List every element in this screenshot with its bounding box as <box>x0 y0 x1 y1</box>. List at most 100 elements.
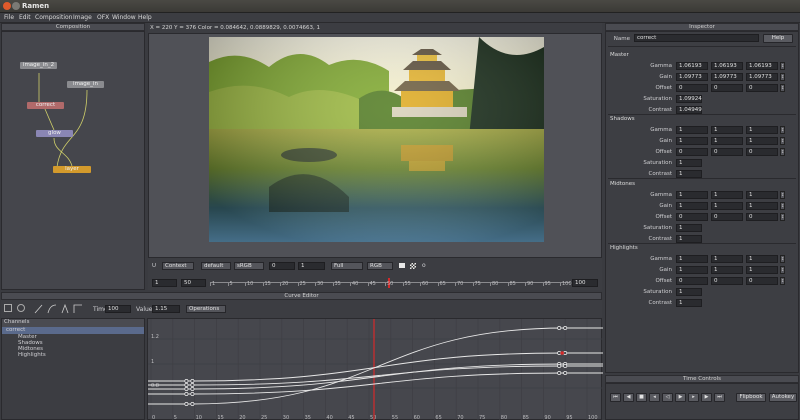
operations-menu[interactable]: Operations <box>186 305 226 313</box>
menu-help[interactable]: Help <box>138 14 152 21</box>
keyframe-point[interactable] <box>190 383 195 387</box>
offset-field-2[interactable]: 0 <box>746 213 778 221</box>
select-tool-icon[interactable] <box>4 304 12 312</box>
next-key-icon[interactable]: ▶ <box>701 393 712 402</box>
checkerboard-icon[interactable] <box>410 263 416 269</box>
curve-graph[interactable]: 0 5 10 15 20 25 30 35 40 45 50 55 60 65 70 75 80 85 90 95 10… <box>147 318 603 420</box>
gamma-link-icon[interactable]: ↕ <box>780 62 785 70</box>
offset-field-2[interactable]: 0 <box>746 277 778 285</box>
menu-image[interactable]: Image <box>73 14 92 21</box>
node-correct[interactable]: correct <box>27 102 64 109</box>
menu-edit[interactable]: Edit <box>19 14 31 21</box>
offset-field-1[interactable]: 0 <box>711 277 743 285</box>
menu-file[interactable]: File <box>4 14 14 21</box>
gain-field-0[interactable]: 1 <box>676 266 708 274</box>
saturation-field-0[interactable]: 1.09924 <box>676 95 702 103</box>
saturation-field-0[interactable]: 1 <box>676 288 702 296</box>
gain-field-1[interactable]: 1 <box>711 137 743 145</box>
keyframe-point[interactable] <box>563 364 568 368</box>
keyframe-point[interactable] <box>563 326 568 330</box>
gain-field-0[interactable]: 1 <box>676 202 708 210</box>
key-value-field[interactable]: 1.15 <box>152 305 180 313</box>
gain-field-0[interactable]: 1.09773 <box>676 73 708 81</box>
gamma-field[interactable]: 1 <box>298 262 325 270</box>
menu-ofx[interactable]: OFX <box>97 14 109 21</box>
colorspace-select[interactable]: sRGB <box>234 262 264 270</box>
gain-link-icon[interactable]: ↕ <box>780 137 785 145</box>
gamma-field-2[interactable]: 1.06193 <box>746 62 778 70</box>
first-frame-icon[interactable]: ⏮ <box>610 393 621 402</box>
gamma-field-0[interactable]: 1 <box>676 191 708 199</box>
offset-field-1[interactable]: 0 <box>711 148 743 156</box>
autokey-button[interactable]: Autokey <box>769 393 797 402</box>
offset-field-0[interactable]: 0 <box>676 84 708 92</box>
stop-icon[interactable]: ■ <box>636 393 647 402</box>
saturation-field-0[interactable]: 1 <box>676 159 702 167</box>
saturation-field-0[interactable]: 1 <box>676 224 702 232</box>
gain-link-icon[interactable]: ↕ <box>780 202 785 210</box>
contrast-field-0[interactable]: 1 <box>676 235 702 243</box>
keyframe-point[interactable] <box>184 379 189 383</box>
play-icon[interactable]: ▶ <box>675 393 686 402</box>
gain-field-2[interactable]: 1 <box>746 266 778 274</box>
keyframe-point[interactable] <box>557 364 562 368</box>
prev-key-icon[interactable]: ◀ <box>623 393 634 402</box>
gamma-field-0[interactable]: 1 <box>676 126 708 134</box>
curve-plot[interactable]: 0 5 10 15 20 25 30 35 40 45 50 55 60 65 70 75 80 85 90 95 10… <box>148 319 603 420</box>
keyframe-point[interactable] <box>563 351 568 355</box>
keyframe-point[interactable] <box>190 379 195 383</box>
node-name-field[interactable]: correct <box>634 34 759 42</box>
keyframe-point[interactable] <box>184 392 189 396</box>
node-layer[interactable]: layer <box>53 166 91 173</box>
context-select[interactable]: Context <box>162 262 194 270</box>
offset-field-1[interactable]: 0 <box>711 213 743 221</box>
contrast-field-0[interactable]: 1 <box>676 170 702 178</box>
gamma-field-1[interactable]: 1.06193 <box>711 62 743 70</box>
keyframe-point[interactable] <box>184 402 189 406</box>
settings-circle-icon[interactable]: o <box>422 262 426 269</box>
gamma-field-0[interactable]: 1 <box>676 255 708 263</box>
gamma-link-icon[interactable]: ↕ <box>780 191 785 199</box>
gamma-link-icon[interactable]: ↕ <box>780 255 785 263</box>
composition-graph[interactable]: image_in_2 image_in correct glow layer <box>1 31 145 290</box>
tree-item-correct[interactable]: correct <box>2 327 144 334</box>
offset-link-icon[interactable]: ↕ <box>780 148 785 156</box>
keyframe-point[interactable] <box>563 371 568 375</box>
gain-field-1[interactable]: 1 <box>711 266 743 274</box>
flipbook-button[interactable]: Flipbook <box>736 393 766 402</box>
keyframe-point[interactable] <box>557 371 562 375</box>
image-viewer[interactable] <box>148 33 602 258</box>
play-backward-icon[interactable]: ◁ <box>662 393 673 402</box>
gain-link-icon[interactable]: ↕ <box>780 73 785 81</box>
offset-link-icon[interactable]: ↕ <box>780 84 785 92</box>
current-frame-field[interactable]: 50 <box>181 279 206 287</box>
gamma-field-2[interactable]: 1 <box>746 191 778 199</box>
contrast-field-0[interactable]: 1.04949 <box>676 106 702 114</box>
offset-link-icon[interactable]: ↕ <box>780 277 785 285</box>
gamma-field-0[interactable]: 1.06193 <box>676 62 708 70</box>
keyframe-point[interactable] <box>190 402 195 406</box>
key-time-field[interactable]: 100 <box>105 305 131 313</box>
next-frame-icon[interactable]: ▸ <box>688 393 699 402</box>
menu-window[interactable]: Window <box>112 14 136 21</box>
gamma-field-1[interactable]: 1 <box>711 126 743 134</box>
gamma-field-2[interactable]: 1 <box>746 126 778 134</box>
time-slider[interactable]: 1 5 10 15 20 25 30 35 40 45 50 55 60 65 70 75 80 85 90 95 10… <box>210 278 572 288</box>
selected-keyframe[interactable] <box>560 351 564 355</box>
gain-field-2[interactable]: 1.09773 <box>746 73 778 81</box>
menu-composition[interactable]: Composition <box>35 14 72 21</box>
channels-select[interactable]: RGB <box>367 262 393 270</box>
offset-link-icon[interactable]: ↕ <box>780 213 785 221</box>
exposure-field[interactable]: 0 <box>269 262 295 270</box>
offset-field-1[interactable]: 0 <box>711 84 743 92</box>
keyframe-point[interactable] <box>184 387 189 391</box>
keyframe-point[interactable] <box>557 351 562 355</box>
keyframe-point[interactable] <box>557 326 562 330</box>
gain-link-icon[interactable]: ↕ <box>780 266 785 274</box>
overlay-toggle-icon[interactable] <box>399 263 405 268</box>
start-frame-field[interactable]: 1 <box>152 279 177 287</box>
tree-item-highlights[interactable]: Highlights <box>2 352 144 358</box>
last-frame-icon[interactable]: ⏭ <box>714 393 725 402</box>
display-select[interactable]: default <box>201 262 231 270</box>
gain-field-1[interactable]: 1.09773 <box>711 73 743 81</box>
